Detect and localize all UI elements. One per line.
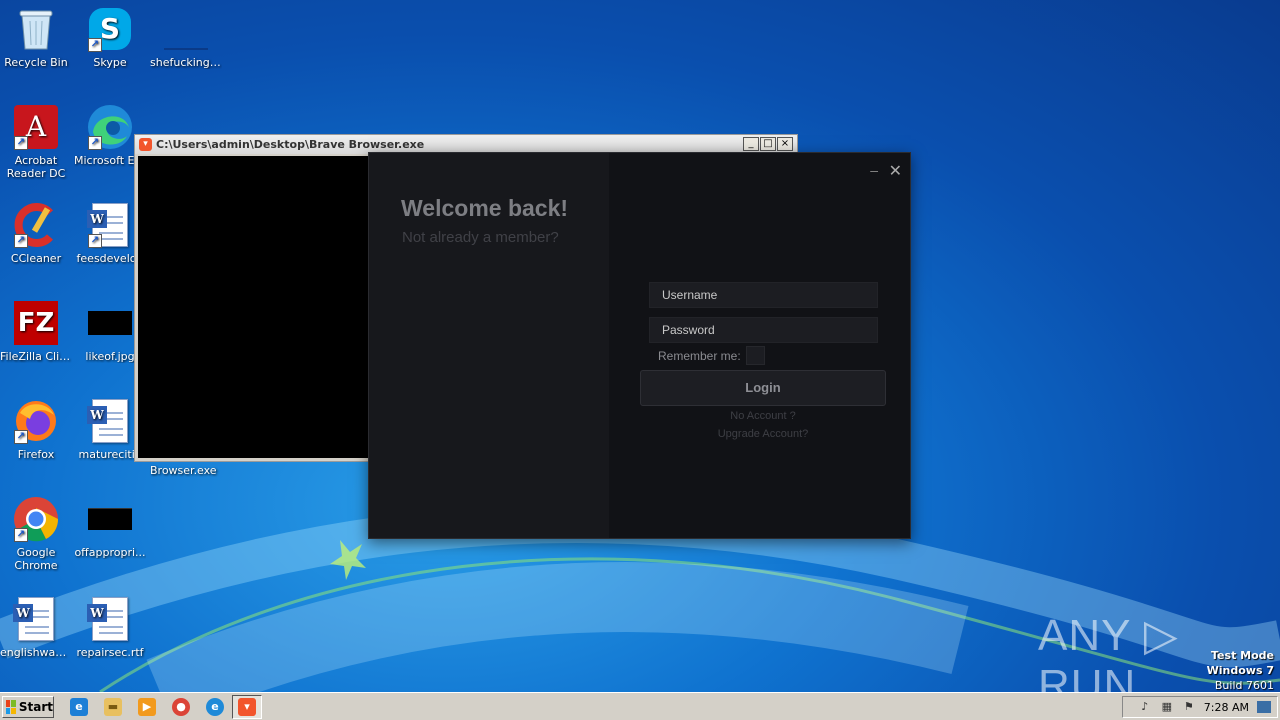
system-tray: ♪ ▦ ⚑ 7:28 AM	[1122, 696, 1278, 718]
desktop-icon-offappropri[interactable]: offappropri...	[74, 496, 146, 559]
dialog-close-button[interactable]: ✕	[889, 161, 902, 181]
remember-me-label: Remember me:	[658, 349, 741, 363]
firefox-icon: ↗	[13, 398, 59, 444]
desktop-icon-label: Acrobat Reader DC	[6, 154, 66, 180]
desktop-icon-label: CCleaner	[10, 252, 62, 265]
word-doc-icon: W	[13, 596, 59, 642]
shortcut-arrow-icon: ↗	[14, 430, 28, 444]
desktop-icon-label: englishwas.rtf	[0, 646, 72, 659]
shortcut-arrow-icon: ↗	[14, 528, 28, 542]
desktop-icon-label: FileZilla Client	[0, 350, 72, 363]
desktop-icon-label: Skype	[93, 56, 127, 69]
chrome-taskbar-icon[interactable]: ●	[172, 698, 190, 716]
shortcut-arrow-icon: ↗	[88, 234, 102, 248]
dialog-minimize-button[interactable]: –	[870, 162, 878, 178]
image-file-icon	[87, 496, 133, 542]
welcome-heading: Welcome back!	[401, 195, 569, 221]
chrome-icon: ↗	[13, 496, 59, 542]
desktop-icon-label: shefucking....	[150, 56, 222, 69]
network-icon[interactable]: ▦	[1160, 700, 1174, 714]
no-account-link[interactable]: No Account ?	[640, 410, 886, 422]
desktop-icon-recycle-bin[interactable]: Recycle Bin	[0, 6, 72, 69]
password-field[interactable]: Password	[649, 317, 878, 343]
flag-icon[interactable]: ⚑	[1182, 700, 1196, 714]
upgrade-account-link[interactable]: Upgrade Account?	[640, 428, 886, 440]
image-file-icon	[87, 300, 133, 346]
signup-link[interactable]: Not already a member?	[402, 229, 559, 246]
start-label: Start	[18, 700, 53, 714]
media-player-icon[interactable]: ▶	[138, 698, 156, 716]
shortcut-arrow-icon: ↗	[14, 234, 28, 248]
username-field[interactable]: Username	[649, 282, 878, 308]
desktop-icon-acrobat[interactable]: A ↗ Acrobat Reader DC	[0, 104, 72, 180]
test-mode-label: Test Mode	[1211, 649, 1274, 662]
ccleaner-icon: ↗	[13, 202, 59, 248]
word-doc-icon: W	[87, 398, 133, 444]
recycle-bin-icon	[13, 6, 59, 52]
folder-icon[interactable]: ▬	[104, 698, 122, 716]
maximize-button[interactable]: □	[760, 137, 776, 151]
close-button[interactable]: ×	[777, 137, 793, 151]
edge-icon: ↗	[87, 104, 133, 150]
brave-taskbar-button[interactable]: ▾	[232, 695, 262, 719]
skype-icon: S ↗	[87, 6, 133, 52]
show-desktop-icon[interactable]	[1257, 701, 1271, 713]
desktop-icon-shefucking[interactable]: shefucking....	[150, 6, 222, 69]
desktop-icon-firefox[interactable]: ↗ Firefox	[0, 398, 72, 461]
volume-icon[interactable]: ♪	[1138, 700, 1152, 714]
desktop-icon-filezilla[interactable]: FZ FileZilla Client	[0, 300, 72, 363]
shortcut-arrow-icon: ↗	[88, 136, 102, 150]
minimize-button[interactable]: _	[743, 137, 759, 151]
edge-taskbar-icon[interactable]: e	[206, 698, 224, 716]
desktop-icon-ccleaner[interactable]: ↗ CCleaner	[0, 202, 72, 265]
console-title: C:\Users\admin\Desktop\Brave Browser.exe	[156, 138, 425, 151]
test-mode-notice: Test Mode Windows 7 Build 7601	[1207, 648, 1274, 693]
brave-icon: ▾	[238, 698, 256, 716]
windows-logo-icon	[6, 700, 16, 714]
desktop-icon-label: offappropri...	[74, 546, 146, 559]
brave-icon: ▾	[139, 138, 152, 151]
os-label: Windows 7	[1206, 664, 1274, 677]
blank-file-icon	[163, 6, 209, 52]
clock[interactable]: 7:28 AM	[1204, 701, 1249, 714]
desktop-icon-skype[interactable]: S ↗ Skype	[74, 6, 146, 69]
shortcut-arrow-icon: ↗	[14, 136, 28, 150]
word-doc-icon: W ↗	[87, 202, 133, 248]
shortcut-arrow-icon: ↗	[88, 38, 102, 52]
desktop-icon-label: repairsec.rtf	[76, 646, 144, 659]
desktop-icon-chrome[interactable]: ↗ Google Chrome	[0, 496, 72, 572]
acrobat-icon: A ↗	[13, 104, 59, 150]
build-label: Build 7601	[1214, 679, 1274, 692]
desktop-icon-repairsec[interactable]: W repairsec.rtf	[74, 596, 146, 659]
word-doc-icon: W	[87, 596, 133, 642]
start-button[interactable]: Start	[2, 696, 54, 718]
login-dialog[interactable]: – ✕ Welcome back! Not already a member? …	[368, 152, 911, 539]
ie-icon[interactable]: e	[70, 698, 88, 716]
desktop-icon-label: Browser.exe	[150, 464, 217, 477]
desktop-icon-label: Recycle Bin	[4, 56, 68, 69]
remember-me-checkbox[interactable]	[746, 346, 765, 365]
desktop-icon-label: Firefox	[17, 448, 55, 461]
taskbar: Start e ▬ ▶ ● e ▾ ♪ ▦ ⚑ 7:28 AM	[0, 692, 1280, 720]
login-button[interactable]: Login	[640, 370, 886, 406]
desktop-icon-label: Google Chrome	[14, 546, 58, 572]
filezilla-icon: FZ	[13, 300, 59, 346]
desktop-icon-englishwas[interactable]: W englishwas.rtf	[0, 596, 72, 659]
